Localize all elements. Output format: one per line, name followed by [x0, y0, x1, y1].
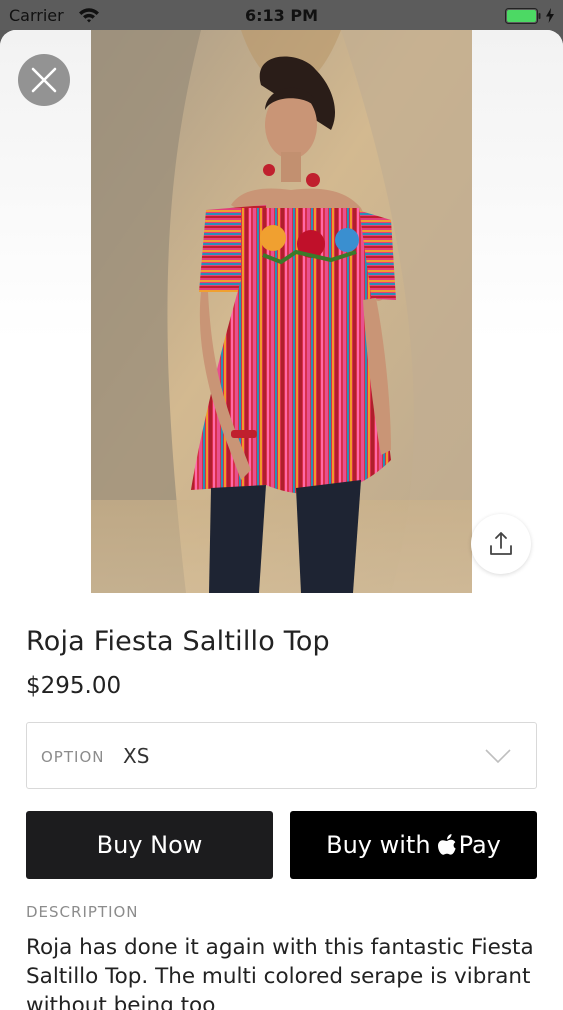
status-time: 6:13 PM [244, 6, 318, 25]
apple-pay-prefix: Buy with [326, 831, 431, 859]
product-title: Roja Fiesta Saltillo Top [26, 626, 330, 657]
chevron-down-icon [485, 749, 511, 764]
battery-icon [505, 8, 541, 24]
close-icon [31, 67, 57, 93]
apple-icon [437, 834, 456, 855]
apple-pay-suffix: Pay [458, 831, 501, 859]
product-photo [91, 30, 472, 593]
share-icon [490, 532, 512, 555]
description-body: Roja has done it again with this fantast… [26, 935, 534, 1010]
product-hero [0, 30, 563, 593]
status-bar: Carrier 6:13 PM [0, 0, 563, 30]
apple-pay-button[interactable]: Buy with Pay [290, 811, 537, 879]
product-sheet: Roja Fiesta Saltillo Top $295.00 OPTION … [0, 30, 563, 1010]
option-label: OPTION [41, 748, 105, 766]
product-price: $295.00 [26, 673, 122, 699]
description-heading: DESCRIPTION [26, 903, 139, 921]
close-button[interactable] [18, 54, 70, 106]
option-value: XS [123, 744, 150, 768]
buy-now-button[interactable]: Buy Now [26, 811, 273, 879]
share-button[interactable] [471, 514, 531, 574]
charging-icon [546, 8, 554, 23]
buy-now-label: Buy Now [96, 831, 203, 859]
option-select[interactable]: OPTION XS [26, 722, 537, 789]
